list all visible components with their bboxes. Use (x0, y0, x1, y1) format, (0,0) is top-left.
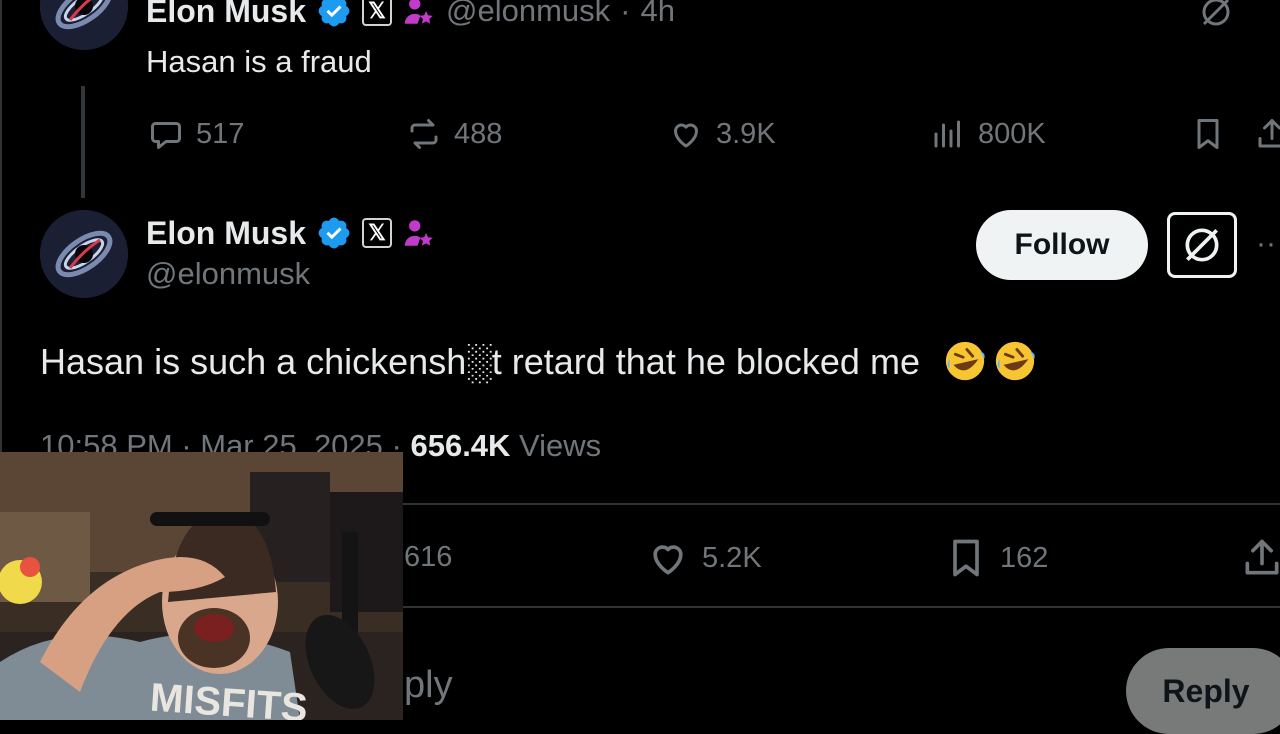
x-affiliation-badge: 𝕏 (362, 218, 393, 248)
separator-dot: · (620, 0, 631, 28)
rofl-emoji-icon (995, 341, 1035, 381)
more-options-icon[interactable]: ·· (1256, 229, 1280, 259)
grok-icon (1185, 228, 1219, 262)
verified-badge-icon (318, 217, 350, 249)
affiliate-person-icon (404, 0, 433, 24)
bookmark-count[interactable]: 162 (944, 534, 1048, 582)
avatar[interactable] (40, 0, 128, 50)
author-handle[interactable]: @elonmusk (446, 0, 610, 29)
rofl-emoji-icon (945, 341, 985, 381)
reply-count[interactable]: 517 (148, 116, 244, 152)
avatar[interactable] (40, 210, 128, 298)
author-name[interactable]: Elon Musk (146, 0, 306, 30)
view-count-value: 800K (978, 117, 1046, 150)
reply-input[interactable]: ply (404, 664, 453, 707)
like-count-value: 5.2K (702, 541, 762, 574)
views-count: 656.4K (410, 428, 511, 463)
author-name[interactable]: Elon Musk (146, 215, 306, 252)
verified-badge-icon (318, 0, 350, 27)
x-affiliation-badge: 𝕏 (362, 0, 393, 26)
avatar-galaxy-image (40, 210, 128, 298)
tweet-time-ago[interactable]: 4h (641, 0, 675, 29)
bookmark-icon[interactable] (1190, 116, 1226, 152)
analytics-icon (934, 120, 960, 148)
heart-icon (653, 545, 683, 575)
heart-icon (674, 123, 698, 148)
follow-button[interactable]: Follow (976, 210, 1148, 280)
share-icon[interactable] (1240, 536, 1280, 580)
main-tweet-author: Elon Musk 𝕏 (146, 210, 436, 256)
main-tweet-text-row: Hasan is such a chickensh░t retard that … (40, 338, 1038, 384)
grok-icon[interactable] (1198, 0, 1234, 30)
reply-count-value: 517 (196, 117, 245, 150)
views-label: Views (510, 428, 602, 463)
affiliate-person-icon (404, 220, 433, 246)
reply-button[interactable]: Reply (1126, 648, 1280, 734)
like-count-value: 3.9K (716, 117, 776, 150)
repost-icon (410, 119, 438, 149)
view-count[interactable]: 800K (930, 116, 1046, 152)
streamer-webcam-overlay: MISFITS (0, 452, 403, 720)
main-tweet-text: Hasan is such a chickensh░t retard that … (40, 341, 920, 382)
reply-tweet-text: Hasan is a fraud (146, 44, 372, 79)
webcam-feed-image: MISFITS (0, 452, 403, 720)
like-count[interactable]: 5.2K (646, 536, 762, 580)
grok-button[interactable] (1167, 212, 1237, 278)
thread-connector-line (81, 86, 85, 198)
reply-tweet-header: Elon Musk 𝕏 @elonmusk · 4h (146, 0, 675, 34)
like-count[interactable]: 3.9K (668, 116, 776, 152)
repost-count-value: 488 (454, 117, 503, 150)
bookmark-icon (953, 539, 979, 577)
author-handle[interactable]: @elonmusk (146, 256, 310, 292)
repost-count[interactable]: 488 (406, 116, 502, 152)
comment-icon (151, 122, 181, 149)
bookmark-count-value: 162 (1000, 541, 1049, 574)
avatar-galaxy-image (40, 0, 128, 50)
share-icon[interactable] (1254, 116, 1280, 152)
reply-count-value: 616 (404, 540, 453, 573)
